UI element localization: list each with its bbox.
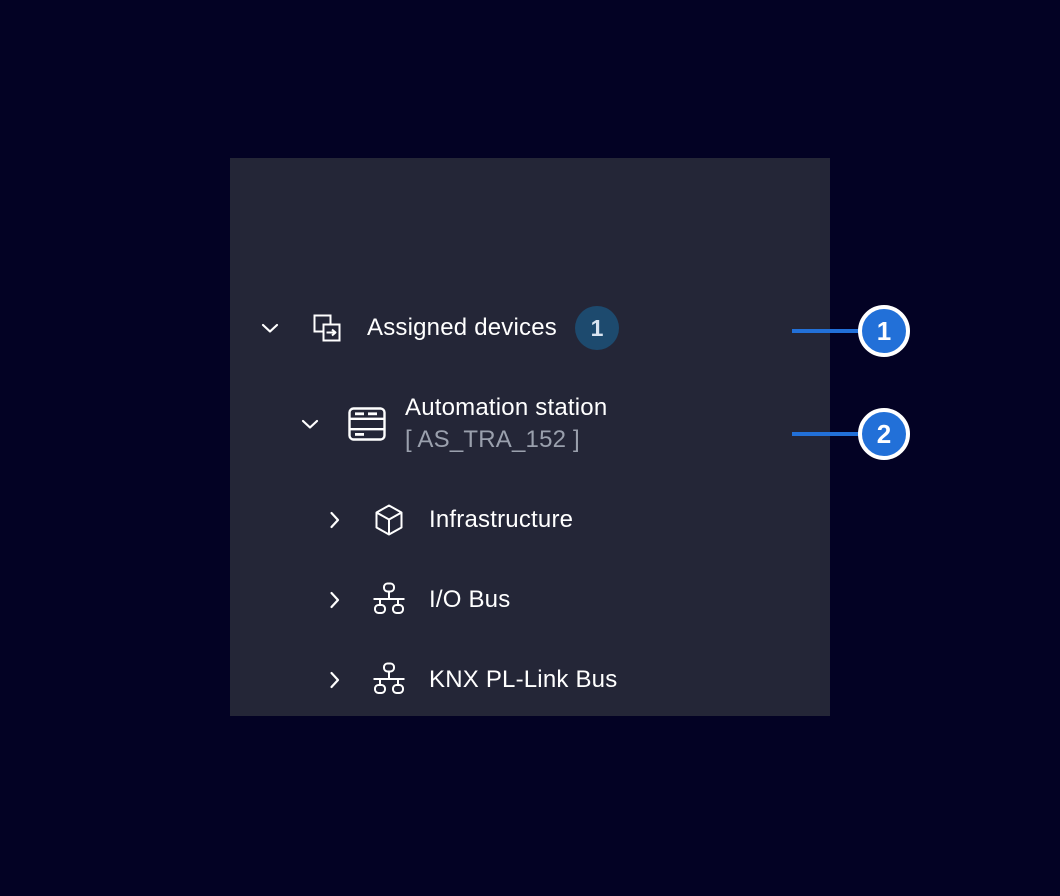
callout-circle-2: 2 (858, 408, 910, 460)
automation-station-label: Automation station (405, 392, 607, 424)
automation-station-icon (348, 407, 386, 441)
chevron-right-icon[interactable] (322, 508, 346, 532)
count-badge: 1 (575, 306, 619, 350)
chevron-right-icon[interactable] (322, 668, 346, 692)
callout-number-2: 2 (877, 419, 891, 450)
callout-line-1 (792, 329, 859, 333)
io-bus-label: I/O Bus (429, 586, 510, 614)
automation-station-row[interactable]: Automation station [ AS_TRA_152 ] (230, 386, 898, 462)
cube-icon (369, 504, 409, 536)
network-icon (369, 662, 409, 698)
callout-number-1: 1 (877, 316, 891, 347)
infrastructure-row[interactable]: Infrastructure (230, 492, 922, 548)
device-tree-panel: Assigned devices 1 Automation station [ … (230, 158, 830, 716)
chevron-down-icon[interactable] (298, 412, 322, 436)
callout-circle-1: 1 (858, 305, 910, 357)
infrastructure-label: Infrastructure (429, 506, 573, 534)
assigned-devices-label: Assigned devices (367, 314, 557, 342)
page-background: { "colors": { "page_bg": "#030224", "pan… (0, 0, 1060, 896)
knx-pl-link-bus-row[interactable]: KNX PL-Link Bus (230, 652, 922, 708)
assigned-devices-icon (313, 314, 341, 342)
chevron-down-icon[interactable] (258, 316, 282, 340)
chevron-right-icon[interactable] (322, 588, 346, 612)
io-bus-row[interactable]: I/O Bus (230, 572, 922, 628)
automation-station-sublabel: [ AS_TRA_152 ] (405, 424, 607, 456)
callout-line-2 (792, 432, 859, 436)
network-icon (369, 582, 409, 618)
assigned-devices-row[interactable]: Assigned devices 1 (230, 300, 858, 356)
automation-station-text: Automation station [ AS_TRA_152 ] (405, 392, 607, 456)
knx-pl-link-bus-label: KNX PL-Link Bus (429, 666, 617, 694)
